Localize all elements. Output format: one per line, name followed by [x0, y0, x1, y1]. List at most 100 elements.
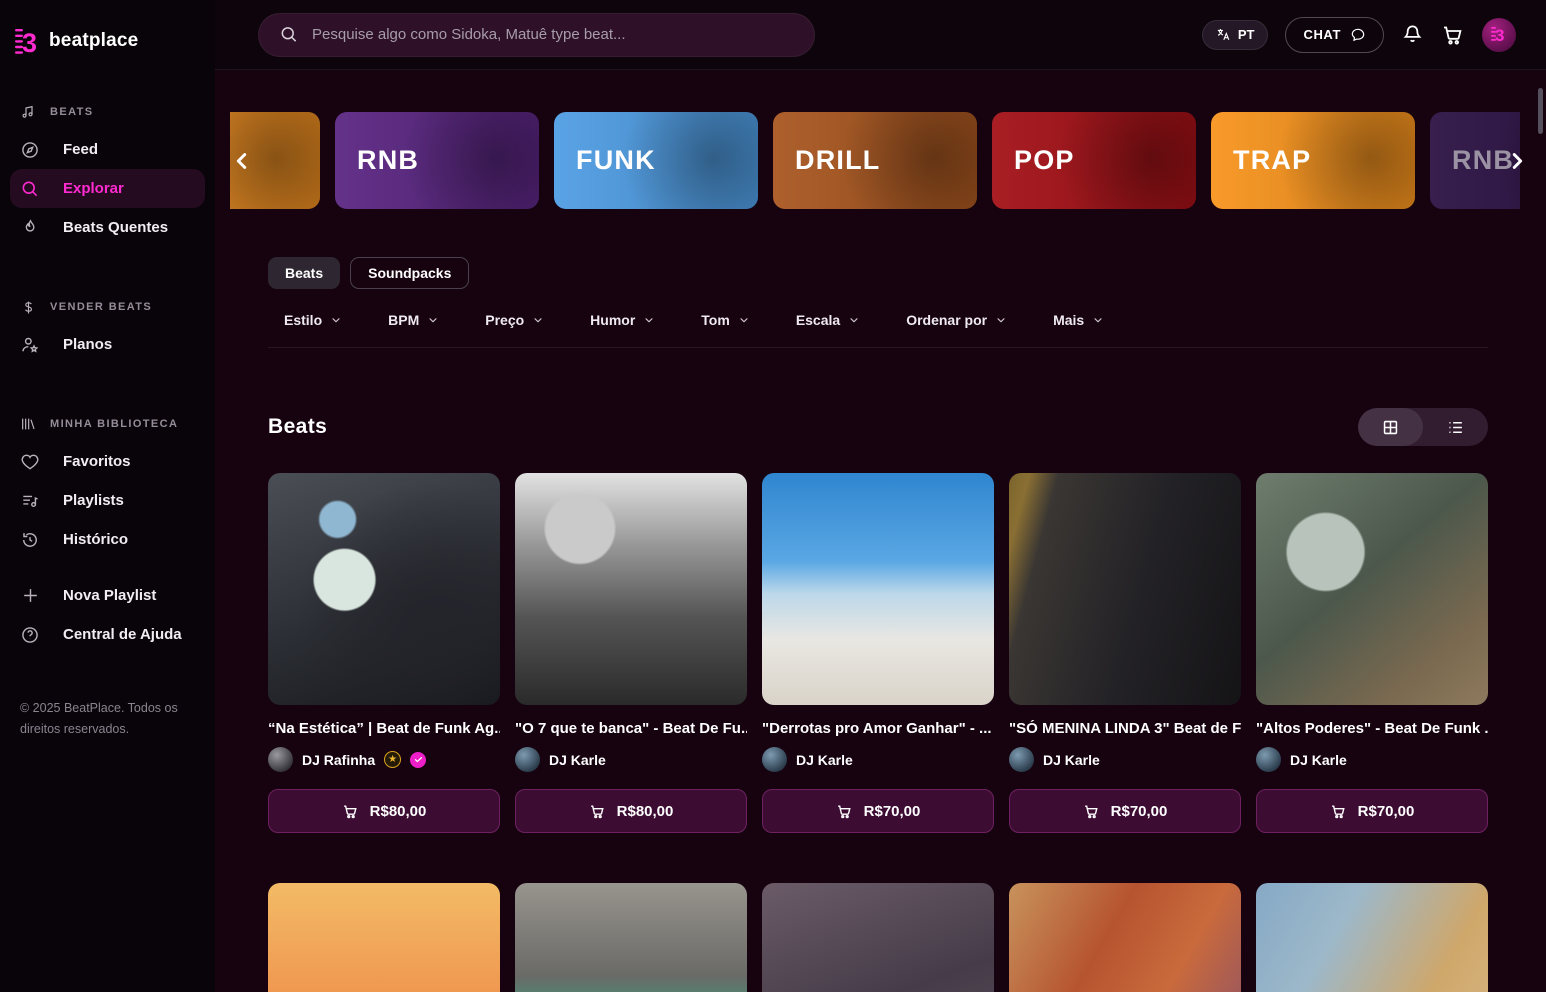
genre-card[interactable]: FUNK — [554, 112, 758, 209]
filter-dropdown[interactable]: Mais — [1053, 312, 1104, 328]
beat-title[interactable]: "Altos Poderes" - Beat De Funk ... — [1256, 720, 1488, 737]
gold-star-badge-icon: ★ — [384, 751, 401, 768]
beat-cover-image[interactable] — [1256, 883, 1488, 992]
genre-card[interactable]: POP — [992, 112, 1196, 209]
artist-name[interactable]: DJ Karle — [549, 752, 606, 768]
chevron-down-icon — [848, 314, 860, 326]
cart-icon[interactable] — [1441, 23, 1465, 47]
beat-cover-image[interactable] — [762, 473, 994, 705]
genre-carousel: RNB FUNK DRILL POP TRAP — [215, 112, 1546, 209]
svg-text:3: 3 — [1495, 26, 1504, 44]
beat-cover-image[interactable] — [268, 473, 500, 705]
beat-title[interactable]: “Na Estética” | Beat de Funk Ag... — [268, 720, 500, 737]
genre-label: FUNK — [576, 145, 656, 176]
chevron-down-icon — [643, 314, 655, 326]
artist-avatar[interactable] — [1256, 747, 1281, 772]
grid-view-button[interactable] — [1358, 408, 1423, 446]
add-to-cart-button[interactable]: R$70,00 — [1256, 789, 1488, 833]
genre-card[interactable]: TRAP — [1211, 112, 1415, 209]
beat-card: "SÓ MENINA LINDA 3" Beat de Fu... DJ Kar… — [1009, 473, 1241, 833]
section-label: VENDER BEATS — [50, 301, 152, 313]
beat-title[interactable]: "Derrotas pro Amor Ganhar" - ... — [762, 720, 994, 737]
sidebar-item-playlists[interactable]: Playlists — [10, 481, 205, 520]
genre-card[interactable]: RNB — [335, 112, 539, 209]
artist-name[interactable]: DJ Rafinha — [302, 752, 375, 768]
notifications-bell-icon[interactable] — [1401, 23, 1424, 46]
user-avatar[interactable]: 3 — [1482, 18, 1516, 52]
artist-name[interactable]: DJ Karle — [1290, 752, 1347, 768]
beat-card — [1256, 883, 1488, 992]
main-area: PT CHAT 3 — [215, 0, 1546, 992]
chevron-down-icon — [995, 314, 1007, 326]
translate-icon — [1216, 27, 1231, 42]
sidebar-item-historico[interactable]: Histórico — [10, 520, 205, 559]
carousel-prev-button[interactable] — [231, 150, 253, 172]
beat-title[interactable]: "O 7 que te banca" - Beat De Fu... — [515, 720, 747, 737]
chat-bubble-icon — [1350, 27, 1366, 43]
add-to-cart-button[interactable]: R$80,00 — [268, 789, 500, 833]
carousel-next-button[interactable] — [1506, 150, 1528, 172]
sidebar-item-label: Nova Playlist — [63, 587, 156, 604]
search-input[interactable] — [312, 26, 794, 43]
compass-icon — [20, 140, 40, 160]
sidebar-item-feed[interactable]: Feed — [10, 130, 205, 169]
beat-title[interactable]: "SÓ MENINA LINDA 3" Beat de Fu... — [1009, 720, 1241, 737]
artist-avatar[interactable] — [268, 747, 293, 772]
sidebar-item-explorar[interactable]: Explorar — [10, 169, 205, 208]
add-to-cart-button[interactable]: R$70,00 — [762, 789, 994, 833]
language-label: PT — [1238, 27, 1255, 42]
artist-name[interactable]: DJ Karle — [1043, 752, 1100, 768]
brand-logo[interactable]: 3 beatplace — [0, 22, 215, 60]
cart-icon — [836, 803, 853, 820]
filter-dropdown[interactable]: Estilo — [284, 312, 342, 328]
sidebar-item-label: Favoritos — [63, 453, 131, 470]
language-button[interactable]: PT — [1202, 20, 1269, 50]
sidebar-item-central-ajuda[interactable]: Central de Ajuda — [10, 615, 205, 654]
tab-soundpacks[interactable]: Soundpacks — [350, 257, 469, 289]
sidebar-item-label: Explorar — [63, 180, 124, 197]
history-icon — [20, 530, 40, 550]
beat-cover-image[interactable] — [762, 883, 994, 992]
filter-dropdown[interactable]: BPM — [388, 312, 439, 328]
list-view-button[interactable] — [1423, 408, 1488, 446]
beat-cover-image[interactable] — [1009, 883, 1241, 992]
chat-button[interactable]: CHAT — [1285, 17, 1384, 53]
beat-cover-image[interactable] — [268, 883, 500, 992]
filter-label: Tom — [701, 312, 730, 328]
sidebar-item-label: Central de Ajuda — [63, 626, 182, 643]
beat-card: "Derrotas pro Amor Ganhar" - ... DJ Karl… — [762, 473, 994, 833]
beat-card: "Altos Poderes" - Beat De Funk ... DJ Ka… — [1256, 473, 1488, 833]
filter-dropdown[interactable]: Escala — [796, 312, 860, 328]
copyright-text: © 2025 BeatPlace. Todos os direitos rese… — [10, 698, 205, 739]
beat-cover-image[interactable] — [515, 883, 747, 992]
filter-dropdown[interactable]: Preço — [485, 312, 544, 328]
beat-cover-image[interactable] — [515, 473, 747, 705]
filter-dropdown[interactable]: Ordenar por — [906, 312, 1007, 328]
add-to-cart-button[interactable]: R$80,00 — [515, 789, 747, 833]
beat-cover-image[interactable] — [1009, 473, 1241, 705]
add-to-cart-button[interactable]: R$70,00 — [1009, 789, 1241, 833]
genre-card[interactable]: DRILL — [773, 112, 977, 209]
library-icon — [18, 414, 38, 434]
tab-beats[interactable]: Beats — [268, 257, 340, 289]
playlist-icon — [20, 491, 40, 511]
artist-row: DJ Karle — [762, 747, 994, 772]
beats-section-head: Beats — [268, 408, 1488, 446]
artist-avatar[interactable] — [762, 747, 787, 772]
artist-avatar[interactable] — [1009, 747, 1034, 772]
artist-name[interactable]: DJ Karle — [796, 752, 853, 768]
scrollbar-thumb[interactable] — [1538, 88, 1543, 134]
person-star-icon — [20, 335, 40, 355]
sidebar-item-nova-playlist[interactable]: Nova Playlist — [10, 576, 205, 615]
sidebar-item-beats-quentes[interactable]: Beats Quentes — [10, 208, 205, 247]
beat-cover-image[interactable] — [1256, 473, 1488, 705]
filter-dropdown[interactable]: Humor — [590, 312, 655, 328]
section-header-vender: VENDER BEATS — [10, 289, 205, 325]
sidebar-item-label: Beats Quentes — [63, 219, 168, 236]
cart-icon — [342, 803, 359, 820]
artist-avatar[interactable] — [515, 747, 540, 772]
filter-dropdown[interactable]: Tom — [701, 312, 750, 328]
search-bar[interactable] — [258, 13, 815, 57]
sidebar-item-planos[interactable]: Planos — [10, 325, 205, 364]
sidebar-item-favoritos[interactable]: Favoritos — [10, 442, 205, 481]
